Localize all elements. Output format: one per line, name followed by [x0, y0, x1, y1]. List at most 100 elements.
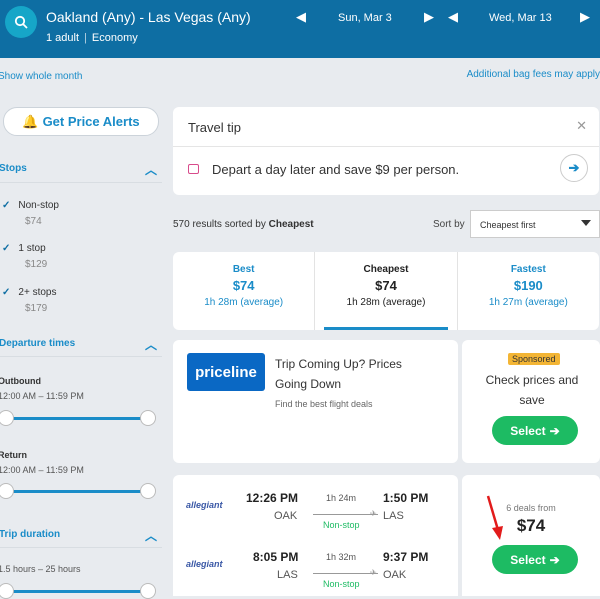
slider-handle-start[interactable]: [0, 583, 14, 599]
outbound-slider[interactable]: [0, 410, 156, 426]
return-label: Return: [0, 450, 27, 460]
airline-logo: allegiant: [186, 559, 223, 569]
chevron-up-icon: ︿: [144, 338, 157, 352]
slider-handle-end[interactable]: [140, 583, 156, 599]
outbound-leg: allegiant 12:26 PM OAK 1h 24m ✈ Non-stop…: [173, 489, 458, 539]
price-alerts-button[interactable]: 🔔 Get Price Alerts: [3, 107, 159, 136]
depart-date[interactable]: Sun, Mar 3: [338, 12, 392, 24]
return-slider[interactable]: [0, 483, 156, 499]
ad-headline: Trip Coming Up? Prices Going Down: [275, 357, 402, 391]
passenger-summary[interactable]: 1 adult | Economy: [46, 32, 138, 44]
bag-fees-link[interactable]: Additional bag fees may apply: [467, 69, 600, 80]
flight-select-button[interactable]: Select ➔: [492, 545, 578, 574]
duration-title: Trip duration: [0, 529, 61, 540]
tab-price: $74: [375, 278, 397, 293]
deal-price: $74: [516, 516, 546, 535]
tab-price: $74: [232, 278, 255, 293]
search-header: Oakland (Any) - Las Vegas (Any) 1 adult |…: [0, 0, 600, 58]
arrow-right-icon: ➔: [549, 423, 560, 438]
arr-time: 9:37 PM: [383, 550, 429, 564]
duration-slider[interactable]: [0, 583, 156, 599]
arr-time: 1:50 PM: [383, 491, 429, 505]
sort-value: Cheapest first: [480, 220, 536, 230]
results-summary: 570 results sorted by Cheapest: [173, 219, 314, 230]
deal-panel: 6 deals from $74 Select ➔: [462, 475, 600, 596]
checkbox-checked-icon: ✓: [2, 287, 11, 298]
results-count: 570 results sorted by: [173, 219, 266, 230]
stops-option-2plus[interactable]: ✓ 2+ stops $179: [2, 287, 56, 314]
flight-result-card[interactable]: allegiant 12:26 PM OAK 1h 24m ✈ Non-stop…: [173, 475, 458, 596]
arr-code: OAK: [383, 569, 407, 581]
tip-title: Travel tip: [188, 120, 241, 135]
slider-handle-start[interactable]: [0, 410, 14, 426]
next-depart-date-icon[interactable]: ▶: [424, 9, 434, 25]
tab-duration: 1h 27m (average): [488, 297, 568, 308]
stops-title: Stops: [0, 163, 27, 174]
divider: [173, 146, 599, 147]
prev-return-date-icon[interactable]: ◀: [448, 9, 458, 25]
ad-cta-text: Check prices and save: [485, 373, 579, 407]
slider-handle-end[interactable]: [140, 483, 156, 499]
passengers: 1 adult: [46, 32, 80, 44]
route-title[interactable]: Oakland (Any) - Las Vegas (Any): [46, 9, 251, 25]
sub-bar: Show whole month Additional bag fees may…: [0, 58, 600, 94]
chevron-up-icon: ︿: [144, 163, 157, 177]
divider: [0, 547, 162, 548]
dep-code: LAS: [277, 569, 298, 581]
stops-label: Non-stop: [323, 520, 360, 530]
dep-code: OAK: [274, 510, 298, 522]
divider: [0, 356, 162, 357]
checkbox-checked-icon: ✓: [2, 200, 11, 211]
button-label: Select: [510, 552, 546, 567]
plane-icon: ✈: [370, 568, 377, 577]
tip-message: Depart a day later and save $9 per perso…: [212, 162, 460, 177]
sort-dropdown[interactable]: Cheapest first: [470, 210, 600, 238]
tab-price: $190: [513, 278, 543, 293]
slider-handle-end[interactable]: [140, 410, 156, 426]
search-button[interactable]: [5, 6, 37, 38]
airline-logo: allegiant: [186, 500, 223, 510]
close-icon[interactable]: ✕: [576, 118, 587, 134]
tab-title: Best: [232, 264, 255, 275]
route-line: [313, 514, 378, 515]
arrow-right-icon: ➔: [549, 552, 560, 567]
next-return-date-icon[interactable]: ▶: [580, 9, 590, 25]
stops-option-1stop[interactable]: ✓ 1 stop $129: [2, 243, 47, 270]
tab-best[interactable]: Best $74 1h 28m (average): [173, 252, 316, 330]
travel-tip-card: Travel tip ✕ Depart a day later and save…: [173, 107, 599, 195]
cabin-class: Economy: [91, 32, 138, 44]
dep-time: 8:05 PM: [253, 550, 299, 564]
return-date[interactable]: Wed, Mar 13: [489, 12, 552, 24]
search-icon: [14, 15, 28, 29]
duration-filter-header[interactable]: Trip duration ︿: [0, 529, 161, 543]
ad-select-button[interactable]: Select ➔: [492, 416, 578, 445]
arrow-right-icon[interactable]: ➔: [560, 154, 588, 182]
outbound-label: Outbound: [0, 376, 41, 386]
chevron-down-icon: [581, 220, 591, 226]
sort-label: Sort by: [433, 219, 465, 230]
prev-depart-date-icon[interactable]: ◀: [296, 9, 306, 25]
stops-filter-header[interactable]: Stops ︿: [0, 163, 161, 177]
button-label: Select: [510, 423, 546, 438]
return-range: 12:00 AM – 11:59 PM: [0, 465, 84, 475]
slider-handle-start[interactable]: [0, 483, 14, 499]
tab-title: Fastest: [510, 264, 546, 275]
stops-option-nonstop[interactable]: ✓ Non-stop $74: [2, 200, 59, 227]
divider: [0, 182, 162, 183]
outbound-range: 12:00 AM – 11:59 PM: [0, 391, 84, 401]
ad-subtext: Find the best flight deals: [275, 399, 373, 409]
priceline-logo: priceline: [187, 353, 265, 391]
leg-duration: 1h 24m: [326, 493, 357, 503]
tab-duration: 1h 28m (average): [346, 297, 426, 308]
option-price: $179: [25, 303, 48, 314]
tab-cheapest[interactable]: Cheapest $74 1h 28m (average): [315, 252, 458, 330]
plane-icon: ✈: [370, 509, 377, 518]
stops-label: Non-stop: [323, 579, 360, 589]
arr-code: LAS: [383, 510, 404, 522]
results-sort-name: Cheapest: [268, 219, 314, 230]
sponsored-ad[interactable]: priceline Trip Coming Up? Prices Going D…: [173, 340, 458, 463]
departure-filter-header[interactable]: Departure times ︿: [0, 338, 161, 352]
show-whole-month-link[interactable]: Show whole month: [0, 71, 83, 82]
option-label: 1 stop: [18, 243, 46, 254]
tab-fastest[interactable]: Fastest $190 1h 27m (average): [458, 252, 599, 330]
